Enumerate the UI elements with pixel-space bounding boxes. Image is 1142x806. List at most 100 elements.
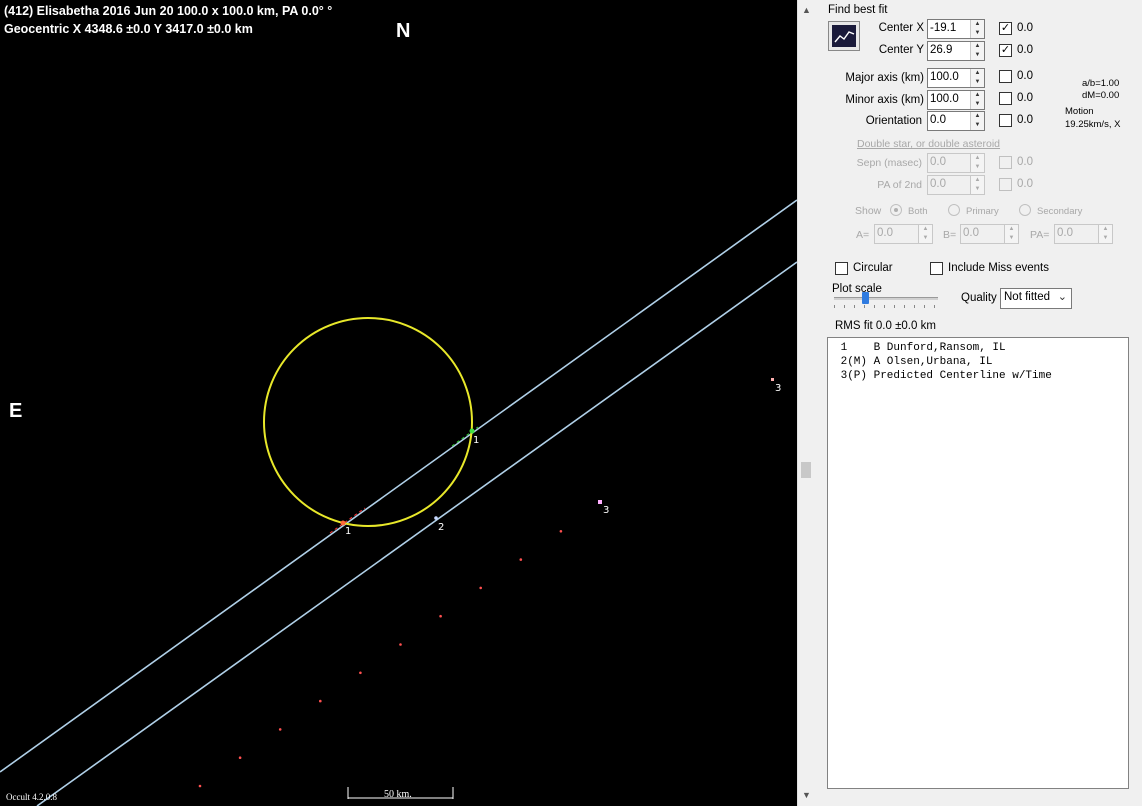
- plot-canvas: 1 1 2 3 3 50 km.: [0, 199, 797, 806]
- sepn-checkbox[interactable]: [999, 156, 1012, 169]
- chord-line-upper: [0, 199, 797, 773]
- minor-axis-label: Minor axis (km): [845, 94, 924, 106]
- show-both-label: Both: [908, 206, 928, 217]
- center-x-fit-value: 0.0: [1017, 22, 1033, 34]
- quality-label: Quality: [961, 292, 997, 304]
- sepn-spinner[interactable]: ▲ ▼: [970, 154, 984, 172]
- center-x-checkbox[interactable]: ✓: [999, 22, 1012, 35]
- show-both-radio[interactable]: [890, 204, 902, 216]
- pa-2nd-input[interactable]: 0.0 ▲ ▼: [927, 175, 985, 195]
- a-input[interactable]: 0.0 ▲ ▼: [874, 224, 933, 244]
- major-axis-spinner[interactable]: ▲ ▼: [970, 69, 984, 87]
- minor-axis-input[interactable]: 100.0 ▲ ▼: [927, 90, 985, 110]
- show-secondary-label: Secondary: [1037, 206, 1083, 217]
- predicted-time-point: [319, 699, 322, 703]
- chord1-reappear-label: 1: [473, 435, 479, 446]
- predicted-centerline-points: [198, 530, 563, 788]
- plot-header-geocentric: Geocentric X 4348.6 ±0.0 Y 3417.0 ±0.0 k…: [4, 22, 253, 36]
- disappear-marker: [340, 520, 346, 526]
- predicted-time-point: [399, 643, 402, 646]
- circular-label: Circular: [853, 262, 893, 274]
- major-axis-fit-value: 0.0: [1017, 70, 1033, 82]
- plot-scale-slider-track[interactable]: [834, 297, 938, 300]
- include-miss-label: Include Miss events: [948, 262, 1049, 274]
- double-star-link[interactable]: Double star, or double asteroid: [857, 138, 1000, 150]
- minor-axis-checkbox[interactable]: [999, 92, 1012, 105]
- predicted-label-a: 3: [775, 383, 781, 394]
- center-y-label: Center Y: [878, 44, 924, 56]
- circular-checkbox[interactable]: [835, 262, 848, 275]
- pa-spinner[interactable]: ▲ ▼: [1098, 225, 1112, 243]
- sepn-fit-value: 0.0: [1017, 156, 1033, 168]
- list-item[interactable]: 1 B Dunford,Ransom, IL: [834, 341, 1122, 355]
- show-primary-radio[interactable]: [948, 204, 960, 216]
- asteroid-profile-ellipse: [263, 317, 473, 527]
- center-y-input[interactable]: 26.9 ▲ ▼: [927, 41, 985, 61]
- pa-2nd-checkbox[interactable]: [999, 178, 1012, 191]
- major-axis-input[interactable]: 100.0 ▲ ▼: [927, 68, 985, 88]
- orientation-fit-value: 0.0: [1017, 114, 1033, 126]
- list-item[interactable]: 2(M) A Olsen,Urbana, IL: [834, 355, 1122, 369]
- predicted-time-point: [198, 784, 202, 788]
- east-label: E: [9, 400, 23, 422]
- center-y-checkbox[interactable]: ✓: [999, 44, 1012, 57]
- chord1-disappear-label: 1: [345, 526, 351, 537]
- b-spinner[interactable]: ▲ ▼: [1004, 225, 1018, 243]
- chord2-marker: [434, 516, 438, 520]
- major-axis-label: Major axis (km): [845, 72, 924, 84]
- scroll-down-arrow-icon[interactable]: ▼: [798, 787, 815, 804]
- occultation-plot[interactable]: 1 1 2 3 3 50 km. (412) Elisabetha 2016 J…: [0, 0, 797, 806]
- minor-axis-spinner[interactable]: ▲ ▼: [970, 91, 984, 109]
- pa-2nd-label: PA of 2nd: [877, 179, 922, 191]
- scroll-thumb[interactable]: [801, 462, 811, 478]
- list-item[interactable]: 3(P) Predicted Centerline w/Time: [834, 369, 1122, 383]
- major-axis-checkbox[interactable]: [999, 70, 1012, 83]
- plot-header-title: (412) Elisabetha 2016 Jun 20 100.0 x 100…: [4, 4, 333, 18]
- orientation-spinner[interactable]: ▲ ▼: [970, 112, 984, 130]
- a-spinner[interactable]: ▲ ▼: [918, 225, 932, 243]
- orientation-input[interactable]: 0.0 ▲ ▼: [927, 111, 985, 131]
- quality-select[interactable]: Not fitted ⌄: [1000, 288, 1072, 309]
- predicted-time-point: [479, 586, 483, 590]
- plot-scale-label: Plot scale: [832, 283, 882, 295]
- center-x-spinner[interactable]: ▲ ▼: [970, 20, 984, 38]
- center-x-input[interactable]: -19.1 ▲ ▼: [927, 19, 985, 39]
- show-label: Show: [855, 205, 882, 217]
- chord2-label: 2: [438, 522, 444, 533]
- reappear-marker: [469, 428, 475, 434]
- pa-input[interactable]: 0.0 ▲ ▼: [1054, 224, 1113, 244]
- predicted-label-b: 3: [603, 505, 609, 516]
- predicted-marker-b: [598, 500, 602, 504]
- scroll-up-arrow-icon[interactable]: ▲: [798, 2, 815, 19]
- scale-bar: 50 km.: [347, 787, 454, 800]
- rms-fit-label: RMS fit 0.0 ±0.0 km: [835, 320, 936, 332]
- pa-2nd-spinner[interactable]: ▲ ▼: [970, 176, 984, 194]
- pa-label: PA=: [1030, 229, 1050, 241]
- fit-control-panel: Find best fit Center X -19.1 ▲ ▼ ✓ 0.0 Ce…: [814, 0, 1142, 806]
- center-y-spinner[interactable]: ▲ ▼: [970, 42, 984, 60]
- sepn-input[interactable]: 0.0 ▲ ▼: [927, 153, 985, 173]
- b-input[interactable]: 0.0 ▲ ▼: [960, 224, 1019, 244]
- orientation-label: Orientation: [865, 115, 922, 127]
- pa-2nd-fit-value: 0.0: [1017, 178, 1033, 190]
- predicted-time-point: [559, 530, 563, 533]
- ab-ratio: a/b=1.00: [1082, 78, 1120, 89]
- center-x-label: Center X: [878, 22, 924, 34]
- scale-bar-label: 50 km.: [384, 789, 412, 800]
- plot-scale-slider-thumb[interactable]: [862, 292, 869, 304]
- orientation-checkbox[interactable]: [999, 114, 1012, 127]
- find-best-fit-label: Find best fit: [828, 4, 888, 16]
- show-secondary-radio[interactable]: [1019, 204, 1031, 216]
- predicted-time-point: [278, 728, 282, 731]
- show-primary-label: Primary: [966, 206, 999, 217]
- predicted-time-point: [519, 558, 523, 561]
- include-miss-checkbox[interactable]: [930, 262, 943, 275]
- observer-list[interactable]: 1 B Dunford,Ransom, IL 2(M) A Olsen,Urba…: [827, 337, 1129, 789]
- a-label: A=: [856, 229, 870, 241]
- vertical-scrollbar[interactable]: ▲ ▼: [797, 0, 814, 806]
- center-y-fit-value: 0.0: [1017, 44, 1033, 56]
- predicted-time-point: [439, 614, 442, 618]
- plot-scale-slider-ticks: [834, 305, 938, 308]
- dm-value: dM=0.00: [1082, 90, 1120, 101]
- chord-line-lower: [36, 261, 797, 806]
